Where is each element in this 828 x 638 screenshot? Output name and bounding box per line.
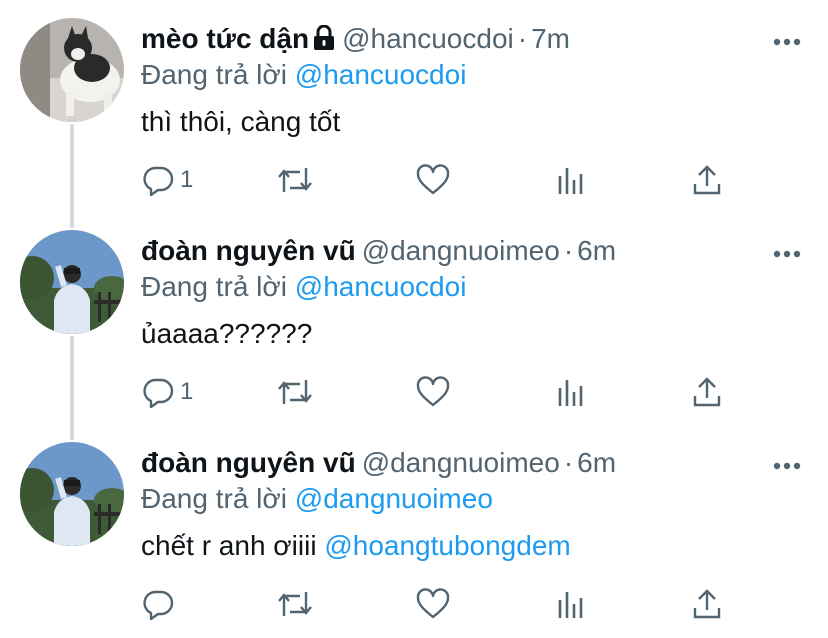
tweet-header: mèo tức dận @hancuocdoi · 7m xyxy=(141,22,570,59)
tweet-header: đoàn nguyên vũ @dangnuoimeo · 6m xyxy=(141,234,616,268)
heart-icon xyxy=(416,376,450,408)
reply-icon xyxy=(142,588,174,620)
replying-prefix: Đang trả lời xyxy=(141,271,287,302)
replying-prefix: Đang trả lời xyxy=(141,483,287,514)
username-handle[interactable]: @dangnuoimeo xyxy=(362,447,560,478)
more-options-icon[interactable] xyxy=(772,246,802,258)
analytics-icon xyxy=(556,164,586,196)
analytics-icon xyxy=(556,588,586,620)
separator-dot: · xyxy=(563,235,574,266)
share-icon xyxy=(692,376,722,408)
tweet-text-content: chết r anh ơiiii xyxy=(141,530,317,561)
tweet[interactable]: đoàn nguyên vũ @dangnuoimeo · 6m Đang trả l… xyxy=(0,212,828,424)
like-button[interactable] xyxy=(416,160,450,200)
analytics-button[interactable] xyxy=(556,160,586,200)
retweet-button[interactable] xyxy=(276,372,314,412)
replying-to-mention[interactable]: @hancuocdoi xyxy=(295,271,467,302)
tweet-text: thì thôi, càng tốt xyxy=(141,104,340,140)
username-handle[interactable]: @dangnuoimeo xyxy=(362,235,560,266)
cat-avatar-image xyxy=(20,18,124,122)
tweet-text: chết r anh ơiiii @hoangtubongdem xyxy=(141,528,571,564)
analytics-button[interactable] xyxy=(556,584,586,624)
separator-dot: · xyxy=(517,23,528,54)
retweet-icon xyxy=(276,164,314,196)
reply-count: 1 xyxy=(180,166,194,193)
replying-to-mention[interactable]: @hancuocdoi xyxy=(295,59,467,90)
retweet-icon xyxy=(276,376,314,408)
replying-to: Đang trả lời @hancuocdoi xyxy=(141,58,466,92)
avatar[interactable] xyxy=(20,18,124,122)
tweet-text: ủaaaa?????? xyxy=(141,316,312,352)
replying-prefix: Đang trả lời xyxy=(141,59,287,90)
tweet[interactable]: đoàn nguyên vũ @dangnuoimeo · 6m Đang trả l… xyxy=(0,424,828,636)
lock-icon xyxy=(312,24,336,59)
reply-button[interactable]: 1 xyxy=(142,372,193,412)
tweet-header: đoàn nguyên vũ @dangnuoimeo · 6m xyxy=(141,446,616,480)
replying-to-mention[interactable]: @dangnuoimeo xyxy=(295,483,493,514)
timestamp[interactable]: 7m xyxy=(531,23,570,54)
heart-icon xyxy=(416,164,450,196)
share-button[interactable] xyxy=(692,584,722,624)
timestamp[interactable]: 6m xyxy=(577,447,616,478)
retweet-button[interactable] xyxy=(276,584,314,624)
tweet-actions: 1 xyxy=(0,372,828,416)
tweet[interactable]: mèo tức dận @hancuocdoi · 7m Đang trả lời @… xyxy=(0,0,828,212)
share-button[interactable] xyxy=(692,372,722,412)
tweet-actions: 1 xyxy=(0,160,828,204)
display-name[interactable]: đoàn nguyên vũ xyxy=(141,447,356,478)
share-icon xyxy=(692,588,722,620)
display-name[interactable]: mèo tức dận xyxy=(141,23,309,54)
username-handle[interactable]: @hancuocdoi xyxy=(342,23,514,54)
replying-to: Đang trả lời @hancuocdoi xyxy=(141,270,466,304)
share-icon xyxy=(692,164,722,196)
avatar[interactable] xyxy=(20,442,124,546)
tweet-actions xyxy=(0,584,828,628)
reply-icon xyxy=(142,164,174,196)
reply-button[interactable]: 1 xyxy=(142,160,193,200)
avatar[interactable] xyxy=(20,230,124,334)
separator-dot: · xyxy=(563,447,574,478)
tweet-text-content: ủaaaa?????? xyxy=(141,318,313,349)
retweet-icon xyxy=(276,588,314,620)
analytics-icon xyxy=(556,376,586,408)
tweet-text-content: thì thôi, càng tốt xyxy=(141,106,341,137)
more-options-icon[interactable] xyxy=(772,34,802,46)
retweet-button[interactable] xyxy=(276,160,314,200)
reply-count: 1 xyxy=(180,378,194,405)
analytics-button[interactable] xyxy=(556,372,586,412)
more-options-icon[interactable] xyxy=(772,458,802,470)
reply-icon xyxy=(142,376,174,408)
like-button[interactable] xyxy=(416,372,450,412)
like-button[interactable] xyxy=(416,584,450,624)
share-button[interactable] xyxy=(692,160,722,200)
tweet-text-mention[interactable]: @hoangtubongdem xyxy=(324,530,570,561)
reply-button[interactable] xyxy=(142,584,180,624)
replying-to: Đang trả lời @dangnuoimeo xyxy=(141,482,493,516)
heart-icon xyxy=(416,588,450,620)
person-avatar-image xyxy=(20,442,124,546)
display-name[interactable]: đoàn nguyên vũ xyxy=(141,235,356,266)
person-avatar-image xyxy=(20,230,124,334)
timestamp[interactable]: 6m xyxy=(577,235,616,266)
